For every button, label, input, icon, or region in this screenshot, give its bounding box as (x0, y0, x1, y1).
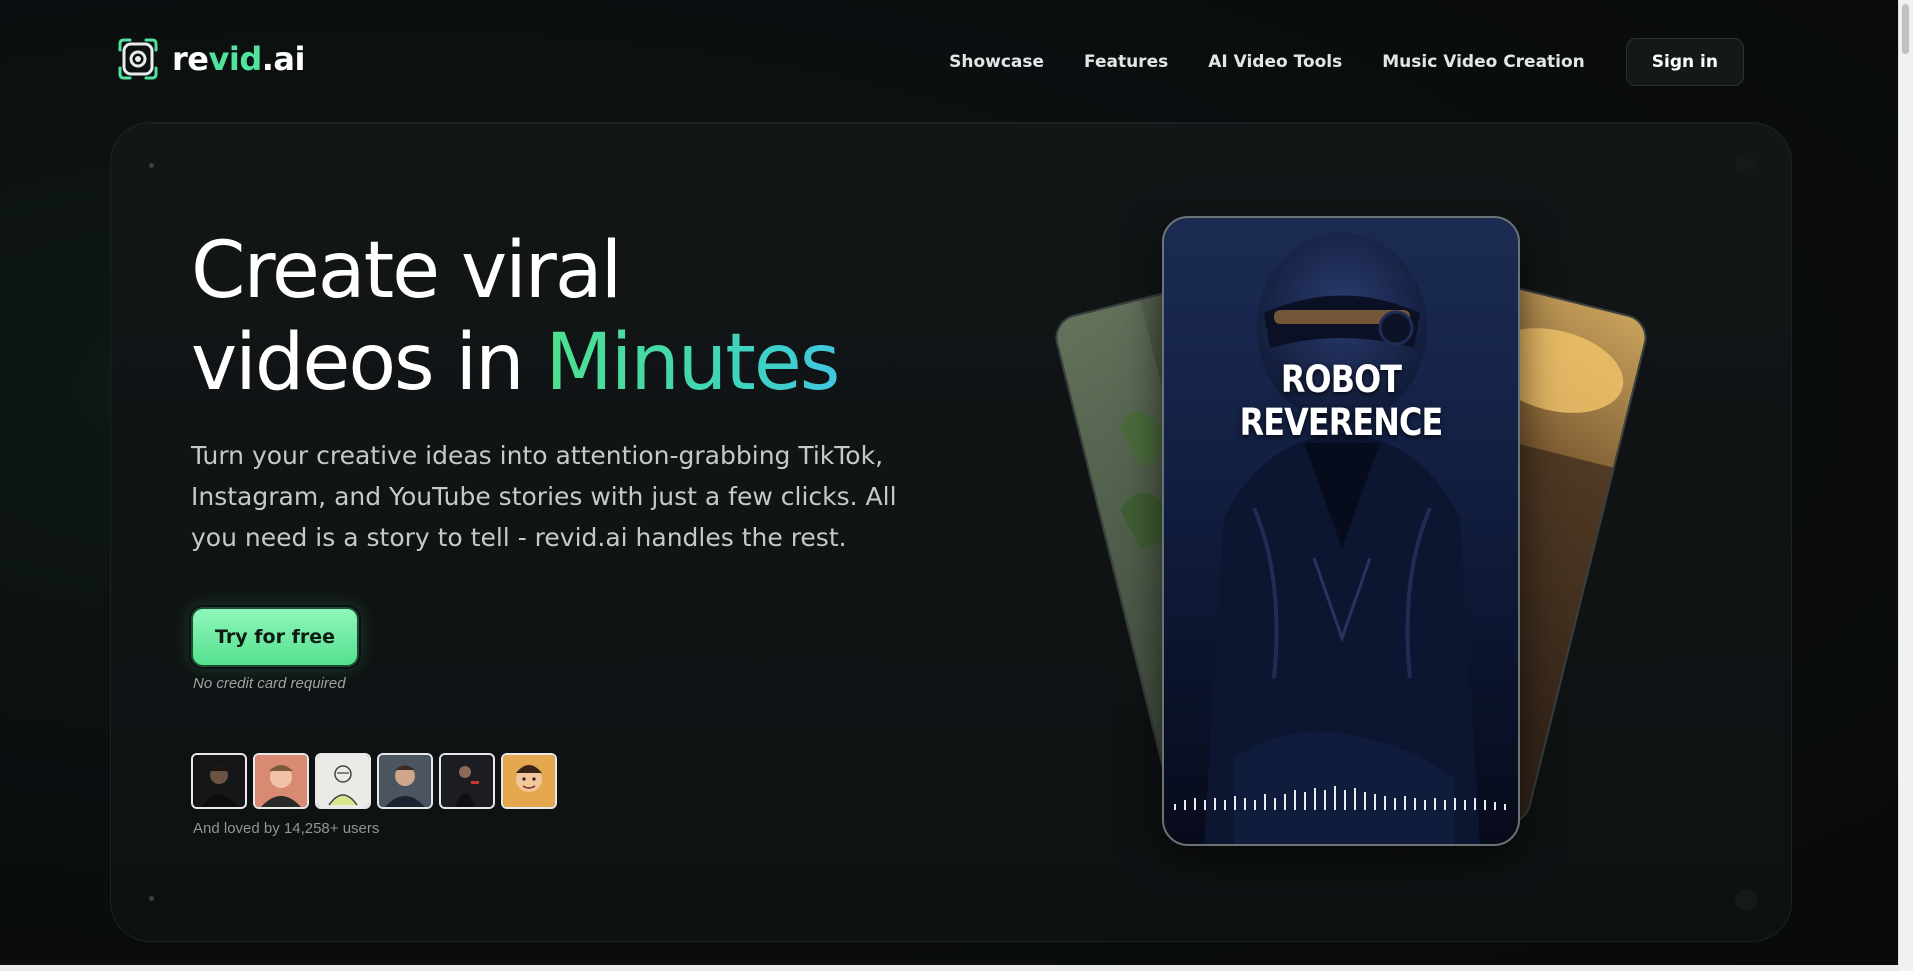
main-nav: Showcase Features AI Video Tools Music V… (949, 38, 1744, 86)
site-header: revid.ai Showcase Features AI Video Tool… (0, 0, 1899, 120)
avatar (377, 753, 433, 809)
headline-line-2: videos in (191, 318, 546, 408)
hero-headline: Create viral videos in Minutes (191, 225, 840, 409)
corner-dot (149, 163, 154, 168)
video-preview (1204, 233, 1480, 844)
try-for-free-button[interactable]: Try for free (191, 607, 359, 667)
video-title: ROBOT REVERENCE (1239, 358, 1444, 444)
scrollbar-thumb[interactable] (1902, 4, 1909, 54)
logo[interactable]: revid.ai (118, 38, 305, 80)
nav-music-video-creation[interactable]: Music Video Creation (1382, 52, 1585, 72)
corner-dot (149, 896, 154, 901)
avatar (191, 753, 247, 809)
audio-waveform (1174, 786, 1506, 810)
avatar (315, 753, 371, 809)
nav-features[interactable]: Features (1084, 52, 1168, 72)
page-scrollbar[interactable] (1898, 0, 1913, 971)
hero-subtext: Turn your creative ideas into attention-… (191, 441, 897, 552)
bottom-edge (0, 965, 1899, 971)
corner-dot (1735, 153, 1757, 175)
corner-dot (1735, 889, 1757, 911)
showcase-phone[interactable]: ROBOT REVERENCE (1162, 216, 1520, 846)
logo-icon (118, 38, 158, 80)
nav-ai-video-tools[interactable]: AI Video Tools (1208, 52, 1342, 72)
headline-line-1: Create viral (191, 226, 622, 316)
no-credit-card-note: No credit card required (193, 675, 346, 692)
social-proof-text: And loved by 14,258+ users (193, 820, 380, 837)
headline-accent: Minutes (545, 318, 840, 408)
nav-showcase[interactable]: Showcase (949, 52, 1044, 72)
avatar (253, 753, 309, 809)
logo-wordmark: revid.ai (172, 40, 305, 78)
landing-page: revid.ai Showcase Features AI Video Tool… (0, 0, 1913, 971)
user-avatars (191, 753, 557, 809)
avatar (439, 753, 495, 809)
sign-in-button[interactable]: Sign in (1625, 38, 1744, 86)
avatar (501, 753, 557, 809)
